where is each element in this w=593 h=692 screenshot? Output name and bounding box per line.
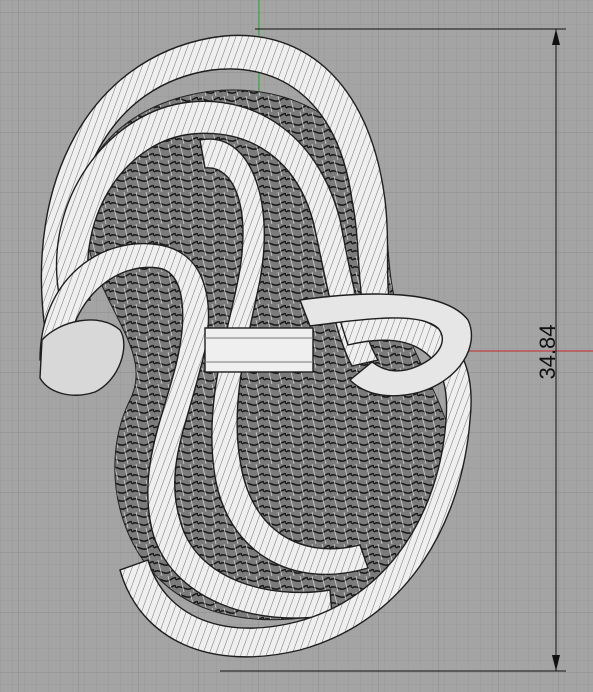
dimension-value: 34.84 <box>535 324 560 379</box>
rhino-viewport[interactable]: 34.84 <box>0 0 593 692</box>
viewport-canvas[interactable]: 34.84 <box>0 0 593 692</box>
connector-bar <box>204 327 314 373</box>
